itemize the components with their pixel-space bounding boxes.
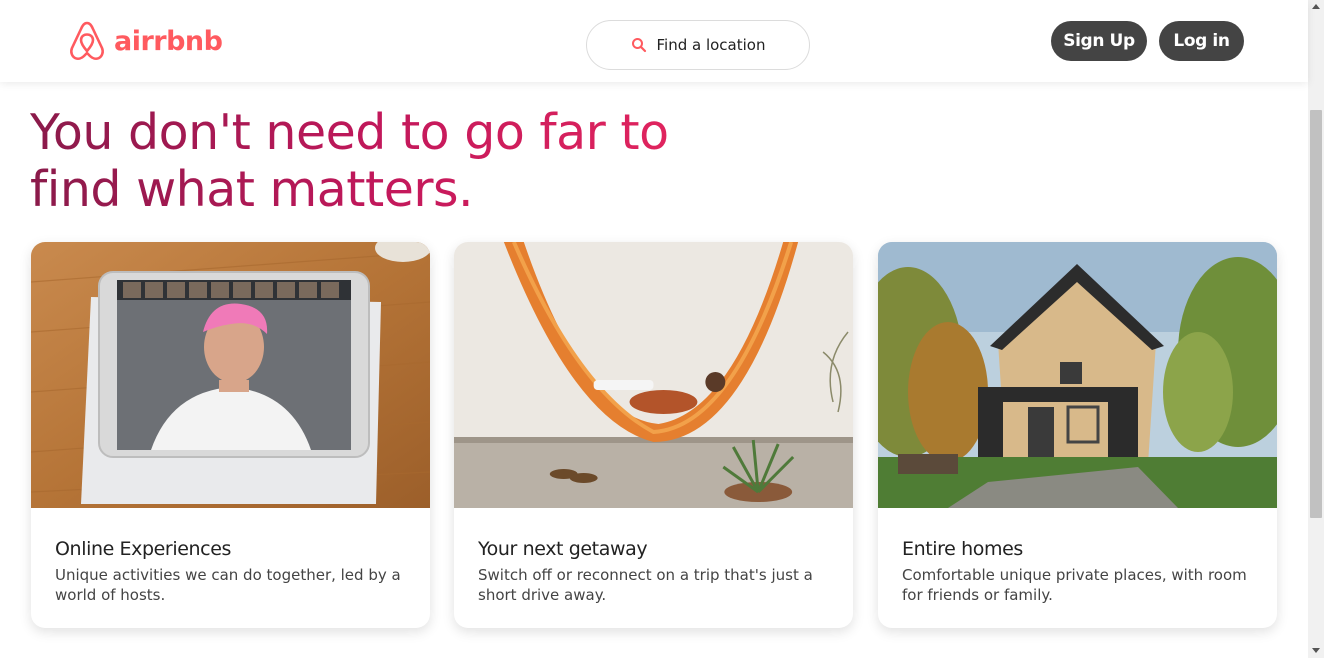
- card-entire-homes[interactable]: Entire homes Comfortable unique private …: [878, 242, 1277, 628]
- card-description: Comfortable unique private places, with …: [902, 566, 1247, 604]
- card-title: Your next getaway: [478, 538, 648, 560]
- hammock-photo: [454, 242, 853, 508]
- hero-headline: You don't need to go far to find what ma…: [30, 104, 670, 218]
- card-image-entire-homes: [878, 242, 1277, 508]
- search-label: Find a location: [656, 36, 766, 54]
- card-description: Switch off or reconnect on a trip that's…: [478, 566, 813, 604]
- card-image-next-getaway: [454, 242, 853, 508]
- sign-up-button[interactable]: Sign Up: [1051, 21, 1147, 61]
- search-location-button[interactable]: Find a location: [586, 20, 810, 70]
- hero-headline-line-2: find what matters.: [30, 161, 474, 218]
- card-image-online-experiences: [31, 242, 430, 508]
- brand-logo[interactable]: airrbnb: [68, 20, 223, 62]
- hero-headline-line-1: You don't need to go far to: [30, 104, 669, 161]
- search-icon: [631, 38, 646, 53]
- brand-name: airrbnb: [114, 25, 223, 57]
- page-scrollbar[interactable]: [1308, 0, 1324, 658]
- top-nav: airrbnb Find a location Sign Up Log in: [0, 0, 1308, 82]
- log-in-button[interactable]: Log in: [1159, 21, 1244, 61]
- card-description: Unique activities we can do together, le…: [55, 566, 401, 604]
- card-title: Entire homes: [902, 538, 1023, 560]
- scroll-thumb[interactable]: [1310, 110, 1322, 518]
- card-next-getaway[interactable]: Your next getaway Switch off or reconnec…: [454, 242, 853, 628]
- card-online-experiences[interactable]: Online Experiences Unique activities we …: [31, 242, 430, 628]
- cabin-house-photo: [878, 242, 1277, 508]
- tablet-video-call-photo: [31, 242, 430, 508]
- scroll-up-arrow-icon[interactable]: [1312, 4, 1320, 9]
- card-title: Online Experiences: [55, 538, 231, 560]
- scroll-down-arrow-icon[interactable]: [1312, 648, 1320, 653]
- airbnb-logo-icon: [70, 21, 104, 60]
